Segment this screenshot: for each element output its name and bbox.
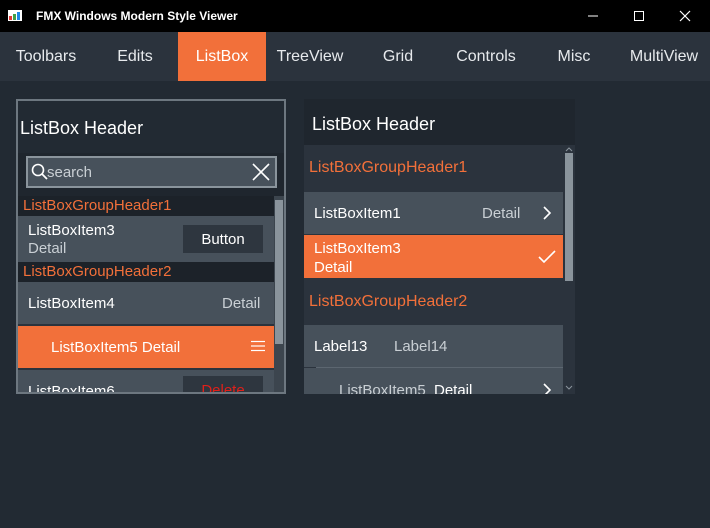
minimize-icon <box>588 15 598 17</box>
list-item-5[interactable]: ListBoxItem5 Detail <box>304 368 563 394</box>
app-icon <box>8 10 22 21</box>
group-header-1: ListBoxGroupHeader1 <box>304 145 563 191</box>
minimize-button[interactable] <box>570 0 616 32</box>
search-input[interactable] <box>47 162 247 182</box>
scroll-down-icon[interactable] <box>565 385 573 391</box>
item-text: ListBoxItem5 Detail <box>51 339 181 356</box>
list-item-labels[interactable]: Label13 Label14 <box>304 325 563 367</box>
label-14: Label14 <box>394 338 448 355</box>
window-title: FMX Windows Modern Style Viewer <box>36 9 238 23</box>
tab-controls[interactable]: Controls <box>442 32 530 81</box>
item-text: ListBoxItem5 <box>339 382 426 394</box>
close-button[interactable] <box>662 0 708 32</box>
scrollbar-thumb[interactable] <box>565 153 573 281</box>
scroll-up-icon[interactable] <box>565 146 573 152</box>
maximize-button[interactable] <box>616 0 662 32</box>
list-item-1[interactable]: ListBoxItem1 Detail <box>304 192 563 234</box>
chevron-right-icon <box>543 206 552 220</box>
tab-listbox[interactable]: ListBox <box>178 32 266 81</box>
list-item-6[interactable]: ListBoxItem6 Delete <box>18 370 274 394</box>
scrollbar-thumb[interactable] <box>275 200 283 344</box>
list-item-3[interactable]: ListBoxItem3 Detail Button <box>18 216 274 262</box>
listbox-header: ListBox Header <box>304 99 575 145</box>
item-text: ListBoxItem3 <box>314 240 401 257</box>
drag-handle-icon[interactable] <box>251 340 265 352</box>
tab-misc[interactable]: Misc <box>530 32 618 81</box>
tab-grid[interactable]: Grid <box>354 32 442 81</box>
label-13: Label13 <box>314 338 368 355</box>
list-item-5[interactable]: ListBoxItem5 Detail <box>18 326 274 368</box>
group-header-1: ListBoxGroupHeader1 <box>18 196 274 216</box>
item-detail: Detail <box>222 295 261 312</box>
scrollbar[interactable] <box>563 145 575 394</box>
item-text: ListBoxItem3 <box>28 222 115 239</box>
group-header-2: ListBoxGroupHeader2 <box>304 279 563 325</box>
list-item-4[interactable]: ListBoxItem4 Detail <box>18 282 274 324</box>
item-text: ListBoxItem4 <box>28 295 115 312</box>
item-text: ListBoxItem6 <box>28 383 115 394</box>
item-detail: Detail <box>482 205 521 222</box>
close-icon <box>679 10 691 22</box>
item-detail: Detail <box>434 382 473 394</box>
listbox-header: ListBox Header <box>18 101 284 153</box>
tab-treeview[interactable]: TreeView <box>266 32 354 81</box>
item-text: ListBoxItem1 <box>314 205 401 222</box>
list-item-3[interactable]: ListBoxItem3 Detail <box>304 235 563 278</box>
tab-edits[interactable]: Edits <box>92 32 178 81</box>
tab-toolbars[interactable]: Toolbars <box>0 32 92 81</box>
tab-bar: Toolbars Edits ListBox TreeView Grid Con… <box>0 32 710 81</box>
item-button[interactable]: Button <box>183 225 263 253</box>
item-detail: Detail <box>28 240 67 257</box>
chevron-right-icon <box>543 383 552 394</box>
scrollbar[interactable] <box>274 196 284 392</box>
listbox-left[interactable]: ListBox Header ListBoxGroupHeader1 ListB… <box>16 99 286 394</box>
group-header-2: ListBoxGroupHeader2 <box>18 262 274 282</box>
listbox-right[interactable]: ListBox Header ListBoxGroupHeader1 ListB… <box>304 99 575 394</box>
checkmark-icon <box>538 250 556 264</box>
divider <box>316 367 563 368</box>
listbox-items: ListBoxGroupHeader1 ListBoxItem3 Detail … <box>18 196 274 394</box>
tab-multiview[interactable]: MultiView <box>618 32 710 81</box>
delete-button[interactable]: Delete <box>183 376 263 392</box>
clear-search-icon[interactable] <box>251 162 271 182</box>
search-box[interactable] <box>26 156 277 188</box>
item-detail: Detail <box>314 259 353 276</box>
maximize-icon <box>634 11 644 21</box>
title-bar: FMX Windows Modern Style Viewer <box>0 0 710 32</box>
